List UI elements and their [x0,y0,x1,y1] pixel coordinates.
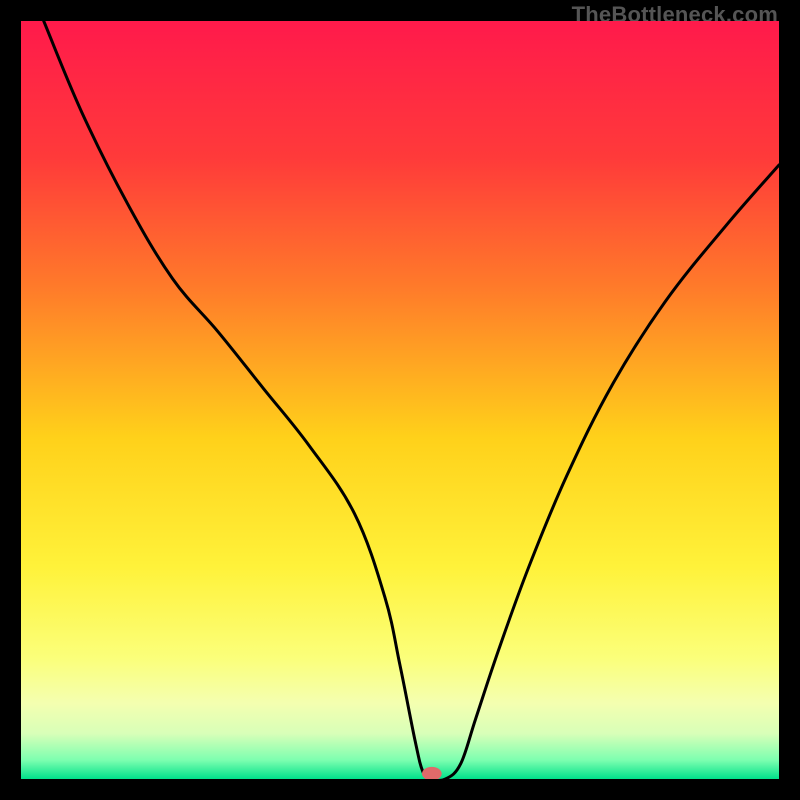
chart-svg [21,21,779,779]
chart-frame: TheBottleneck.com [0,0,800,800]
plot-area [21,21,779,779]
